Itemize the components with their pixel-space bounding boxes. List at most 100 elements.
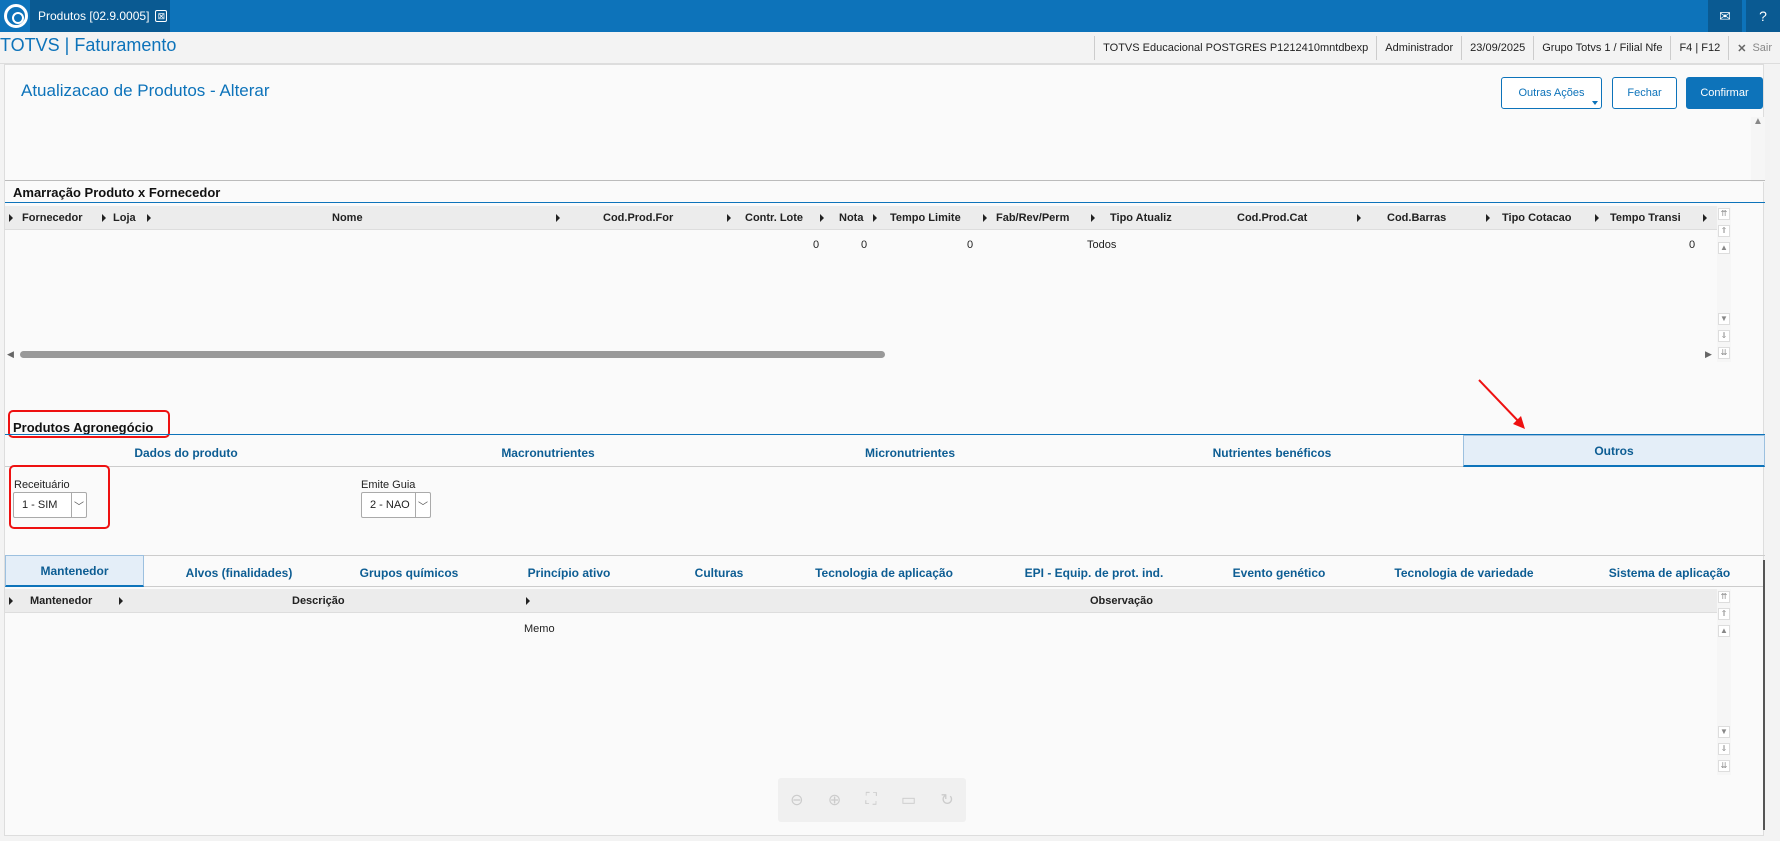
scroll-up-icon[interactable]: ▲ <box>1752 117 1764 129</box>
fornecedor-vertical-scrollbar[interactable]: ⇈ ⇑ ▲ ▼ ⇓ ⇊ <box>1717 206 1731 362</box>
col-nome[interactable]: Nome <box>332 212 363 224</box>
page-down-icon[interactable]: ⇓ <box>1718 330 1730 342</box>
column-marker-icon <box>526 597 530 605</box>
scroll-thumb[interactable] <box>20 351 885 358</box>
col-tipo-cotacao[interactable]: Tipo Cotacao <box>1502 212 1571 224</box>
page-up-icon[interactable]: ⇑ <box>1718 608 1730 620</box>
mail-icon[interactable]: ✉ <box>1708 0 1742 32</box>
cell-tempo-transi: 0 <box>1689 239 1696 251</box>
receituario-select[interactable]: 1 - SIM ﹀ <box>13 492 87 518</box>
scroll-left-icon[interactable]: ◀ <box>7 349 14 360</box>
tab-mantenedor[interactable]: Mantenedor <box>5 555 144 587</box>
main-panel: Atualizacao de Produtos - Alterar Outras… <box>4 64 1765 836</box>
zoom-in-icon[interactable]: ⊕ <box>828 790 841 810</box>
scroll-right-icon[interactable]: ▶ <box>1705 349 1712 360</box>
shortcut-info[interactable]: F4 | F12 <box>1670 36 1728 60</box>
tab-evento-genetico[interactable]: Evento genético <box>1204 559 1354 587</box>
scroll-up-icon[interactable]: ▲ <box>1718 242 1730 254</box>
tab-outros[interactable]: Outros <box>1463 435 1765 467</box>
scroll-down-icon[interactable]: ▼ <box>1718 313 1730 325</box>
environment-info[interactable]: TOTVS Educacional POSTGRES P1212410mntdb… <box>1094 36 1376 60</box>
col-observacao[interactable]: Observação <box>1090 595 1153 607</box>
page-scrollbar-thumb[interactable] <box>1763 560 1765 830</box>
receituario-label: Receituário <box>14 479 70 491</box>
column-marker-icon <box>1703 214 1707 222</box>
tab-micronutrientes[interactable]: Micronutrientes <box>729 439 1091 467</box>
col-tipo-atualiz[interactable]: Tipo Atualiz <box>1110 212 1172 224</box>
page-up-icon[interactable]: ⇑ <box>1718 225 1730 237</box>
col-nota[interactable]: Nota <box>839 212 863 224</box>
upper-vertical-scrollbar[interactable]: ▲ <box>1751 117 1765 182</box>
fornecedor-horizontal-scrollbar[interactable]: ◀ ▶ <box>5 349 1717 361</box>
emite-guia-select[interactable]: 2 - NAO ﹀ <box>361 492 431 518</box>
close-tab-icon[interactable]: ⊠ <box>155 10 168 22</box>
tab-tecnologia-variedade[interactable]: Tecnologia de variedade <box>1354 559 1574 587</box>
col-cod-prod-for[interactable]: Cod.Prod.For <box>603 212 673 224</box>
scroll-top-icon[interactable]: ⇈ <box>1718 591 1730 603</box>
confirmar-button[interactable]: Confirmar <box>1686 77 1763 109</box>
col-fab-rev-perm[interactable]: Fab/Rev/Perm <box>996 212 1069 224</box>
zoom-out-icon[interactable]: ⊖ <box>790 790 803 810</box>
tab-nutrientes-beneficos[interactable]: Nutrientes benéficos <box>1091 439 1453 467</box>
tab-grupos-quimicos[interactable]: Grupos químicos <box>334 559 484 587</box>
emite-guia-value: 2 - NAO <box>370 499 410 511</box>
agro-tabs: Dados do produto Macronutrientes Micronu… <box>5 435 1765 467</box>
cell-tipo-atualiz: Todos <box>1087 239 1117 251</box>
mantenedor-vertical-scrollbar[interactable]: ⇈ ⇑ ▲ ▼ ⇓ ⇊ <box>1717 589 1731 775</box>
page-down-icon[interactable]: ⇓ <box>1718 743 1730 755</box>
sair-button[interactable]: ✕ Sair <box>1728 36 1780 60</box>
close-icon: ✕ <box>1737 42 1747 55</box>
col-cod-prod-cat[interactable]: Cod.Prod.Cat <box>1237 212 1307 224</box>
page-title: Atualizacao de Produtos - Alterar <box>21 81 270 100</box>
outras-acoes-button[interactable]: Outras Ações <box>1501 77 1602 109</box>
tab-culturas[interactable]: Culturas <box>654 559 784 587</box>
sub-tabs: Mantenedor Alvos (finalidades) Grupos qu… <box>5 555 1765 587</box>
outras-acoes-label: Outras Ações <box>1518 87 1585 99</box>
window-tab-label: Produtos [02.9.0005] <box>38 9 150 23</box>
tab-sistema-aplicacao[interactable]: Sistema de aplicação <box>1574 559 1765 587</box>
col-tempo-limite[interactable]: Tempo Limite <box>890 212 961 224</box>
branch-info[interactable]: Grupo Totvs 1 / Filial Nfe <box>1533 36 1670 60</box>
app-title: TOTVS | Faturamento <box>0 35 177 55</box>
scroll-bottom-icon[interactable]: ⇊ <box>1718 347 1730 359</box>
col-descricao[interactable]: Descrição <box>292 595 345 607</box>
tab-alvos[interactable]: Alvos (finalidades) <box>144 559 334 587</box>
fullscreen-icon[interactable]: ⛶ <box>866 791 877 809</box>
scroll-up-icon[interactable]: ▲ <box>1718 625 1730 637</box>
column-marker-icon <box>119 597 123 605</box>
chevron-down-icon[interactable]: ﹀ <box>71 493 86 517</box>
divider <box>5 180 1765 181</box>
scroll-bottom-icon[interactable]: ⇊ <box>1718 760 1730 772</box>
tab-principio-ativo[interactable]: Princípio ativo <box>484 559 654 587</box>
col-contr-lote[interactable]: Contr. Lote <box>745 212 803 224</box>
column-marker-icon <box>9 597 13 605</box>
help-icon[interactable]: ? <box>1746 0 1780 32</box>
cell-nota: 0 <box>861 239 868 251</box>
scroll-top-icon[interactable]: ⇈ <box>1718 208 1730 220</box>
fit-icon[interactable]: ▭ <box>901 790 916 810</box>
fornecedor-section-title: Amarração Produto x Fornecedor <box>13 185 221 200</box>
date-info[interactable]: 23/09/2025 <box>1461 36 1533 60</box>
zoom-toolbar: ⊖ ⊕ ⛶ ▭ ↻ <box>778 778 966 822</box>
chevron-down-icon[interactable]: ﹀ <box>415 493 430 517</box>
reset-icon[interactable]: ↻ <box>940 790 953 810</box>
emite-guia-label: Emite Guia <box>361 479 416 491</box>
cell-tempo-limite: 0 <box>967 239 974 251</box>
app-header: TOTVS | Faturamento TOTVS Educacional PO… <box>0 32 1780 64</box>
user-info[interactable]: Administrador <box>1376 36 1461 60</box>
col-tempo-transi[interactable]: Tempo Transi <box>1610 212 1681 224</box>
tab-epi[interactable]: EPI - Equip. de prot. ind. <box>984 559 1204 587</box>
tab-dados-do-produto[interactable]: Dados do produto <box>5 439 367 467</box>
tab-macronutrientes[interactable]: Macronutrientes <box>367 439 729 467</box>
tab-tecnologia-aplicacao[interactable]: Tecnologia de aplicação <box>784 559 984 587</box>
window-tab-produtos[interactable]: Produtos [02.9.0005] ⊠ <box>30 0 170 32</box>
column-marker-icon <box>820 214 824 222</box>
col-mantenedor[interactable]: Mantenedor <box>30 595 92 607</box>
fornecedor-grid-header: Fornecedor Loja Nome Cod.Prod.For Contr.… <box>5 206 1717 230</box>
col-cod-barras[interactable]: Cod.Barras <box>1387 212 1446 224</box>
scroll-down-icon[interactable]: ▼ <box>1718 726 1730 738</box>
col-fornecedor[interactable]: Fornecedor <box>22 212 83 224</box>
col-loja[interactable]: Loja <box>113 212 136 224</box>
fechar-button[interactable]: Fechar <box>1612 77 1677 109</box>
column-marker-icon <box>1595 214 1599 222</box>
